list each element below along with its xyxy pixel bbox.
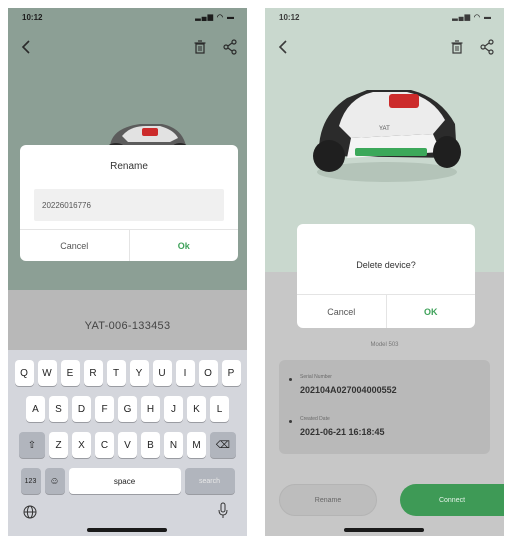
created-date-value: 2021-06-21 16:18:45 (300, 427, 385, 437)
delete-device-dialog: Delete device? Cancel OK (297, 224, 475, 328)
key-y[interactable]: Y (129, 360, 149, 386)
cancel-button[interactable]: Cancel (20, 230, 130, 261)
serial-number-value: 202104A027004000552 (300, 385, 397, 395)
bullet-icon (289, 378, 292, 381)
key-s[interactable]: S (49, 396, 68, 422)
back-icon[interactable] (16, 36, 38, 58)
svg-text:YAT: YAT (379, 126, 390, 132)
home-indicator (87, 528, 167, 532)
connect-button[interactable]: Connect (400, 484, 504, 516)
created-date-label: Created Date (300, 416, 330, 422)
key-j[interactable]: J (164, 396, 183, 422)
key-d[interactable]: D (72, 396, 91, 422)
shift-key[interactable]: ⇧ (19, 432, 45, 458)
key-t[interactable]: T (106, 360, 126, 386)
status-bar: 10:12 ▂▄▆ ◠ ▬ (8, 8, 247, 30)
cancel-button[interactable]: Cancel (297, 295, 387, 328)
key-n[interactable]: N (164, 432, 183, 458)
ok-button[interactable]: OK (387, 295, 476, 328)
key-u[interactable]: U (152, 360, 172, 386)
key-o[interactable]: O (198, 360, 218, 386)
space-key[interactable]: space (68, 468, 181, 494)
rename-button[interactable]: Rename (279, 484, 377, 516)
bullet-icon (289, 420, 292, 423)
keyboard-row-1: Q W E R T Y U I O P (8, 360, 247, 386)
keyboard-row-4: 123 ☺ space search (8, 468, 247, 494)
numbers-key[interactable]: 123 (20, 468, 41, 494)
shift-icon: ⇧ (27, 439, 37, 451)
device-name: YAT-006-133453 (84, 320, 171, 332)
share-icon[interactable] (476, 36, 498, 58)
key-v[interactable]: V (118, 432, 137, 458)
keyboard-row-3: ⇧ Z X C V B N M ⌫ (8, 432, 247, 458)
delete-icon[interactable] (189, 36, 211, 58)
ok-button[interactable]: Ok (130, 230, 239, 261)
device-info-card: Serial Number 202104A027004000552 Create… (279, 360, 490, 454)
status-bar: 10:12 ▂▄▆ ◠ ▬ (265, 8, 504, 30)
key-p[interactable]: P (221, 360, 241, 386)
rename-screen: 10:12 ▂▄▆ ◠ ▬ YAT-006-133453 Rename Canc… (8, 8, 247, 536)
dialog-actions: Cancel OK (297, 294, 475, 328)
key-x[interactable]: X (72, 432, 91, 458)
key-r[interactable]: R (83, 360, 103, 386)
search-key[interactable]: search (184, 468, 235, 494)
status-time: 10:12 (22, 13, 43, 22)
rename-input[interactable] (34, 189, 224, 221)
share-icon[interactable] (219, 36, 241, 58)
dialog-title: Rename (110, 161, 148, 172)
key-h[interactable]: H (141, 396, 160, 422)
key-f[interactable]: F (95, 396, 114, 422)
model-label: Model 503 (370, 342, 399, 348)
key-k[interactable]: K (187, 396, 206, 422)
key-i[interactable]: I (175, 360, 195, 386)
backspace-key[interactable]: ⌫ (210, 432, 236, 458)
delete-icon[interactable] (446, 36, 468, 58)
emoji-icon: ☺ (49, 475, 60, 487)
key-e[interactable]: E (60, 360, 80, 386)
key-a[interactable]: A (26, 396, 45, 422)
key-z[interactable]: Z (49, 432, 68, 458)
home-indicator (344, 528, 424, 532)
bottom-actions: Rename Connect (265, 484, 504, 518)
mower-image: YAT (313, 90, 461, 182)
nav-bar (265, 32, 504, 62)
nav-bar (8, 32, 247, 62)
keyboard: Q W E R T Y U I O P A S D F G H J K L ⇧ … (8, 350, 247, 536)
key-w[interactable]: W (37, 360, 57, 386)
key-q[interactable]: Q (14, 360, 34, 386)
key-l[interactable]: L (210, 396, 229, 422)
backspace-icon: ⌫ (215, 439, 231, 451)
key-b[interactable]: B (141, 432, 160, 458)
emoji-key[interactable]: ☺ (44, 468, 65, 494)
key-m[interactable]: M (187, 432, 206, 458)
dialog-actions: Cancel Ok (20, 229, 238, 261)
status-time: 10:12 (279, 13, 300, 22)
signal-wifi-battery-icon: ▂▄▆ ◠ ▬ (195, 14, 235, 21)
globe-icon[interactable] (22, 504, 38, 520)
back-icon[interactable] (273, 36, 295, 58)
key-c[interactable]: C (95, 432, 114, 458)
dialog-title: Delete device? (356, 260, 416, 270)
rename-dialog: Rename Cancel Ok (20, 145, 238, 261)
keyboard-row-2: A S D F G H J K L (8, 396, 247, 422)
key-g[interactable]: G (118, 396, 137, 422)
delete-device-screen: 10:12 ▂▄▆ ◠ ▬ YAT Model 503 Serial Numbe… (265, 8, 504, 536)
mic-icon[interactable] (217, 502, 229, 520)
serial-number-label: Serial Number (300, 374, 332, 380)
signal-wifi-battery-icon: ▂▄▆ ◠ ▬ (452, 14, 492, 21)
